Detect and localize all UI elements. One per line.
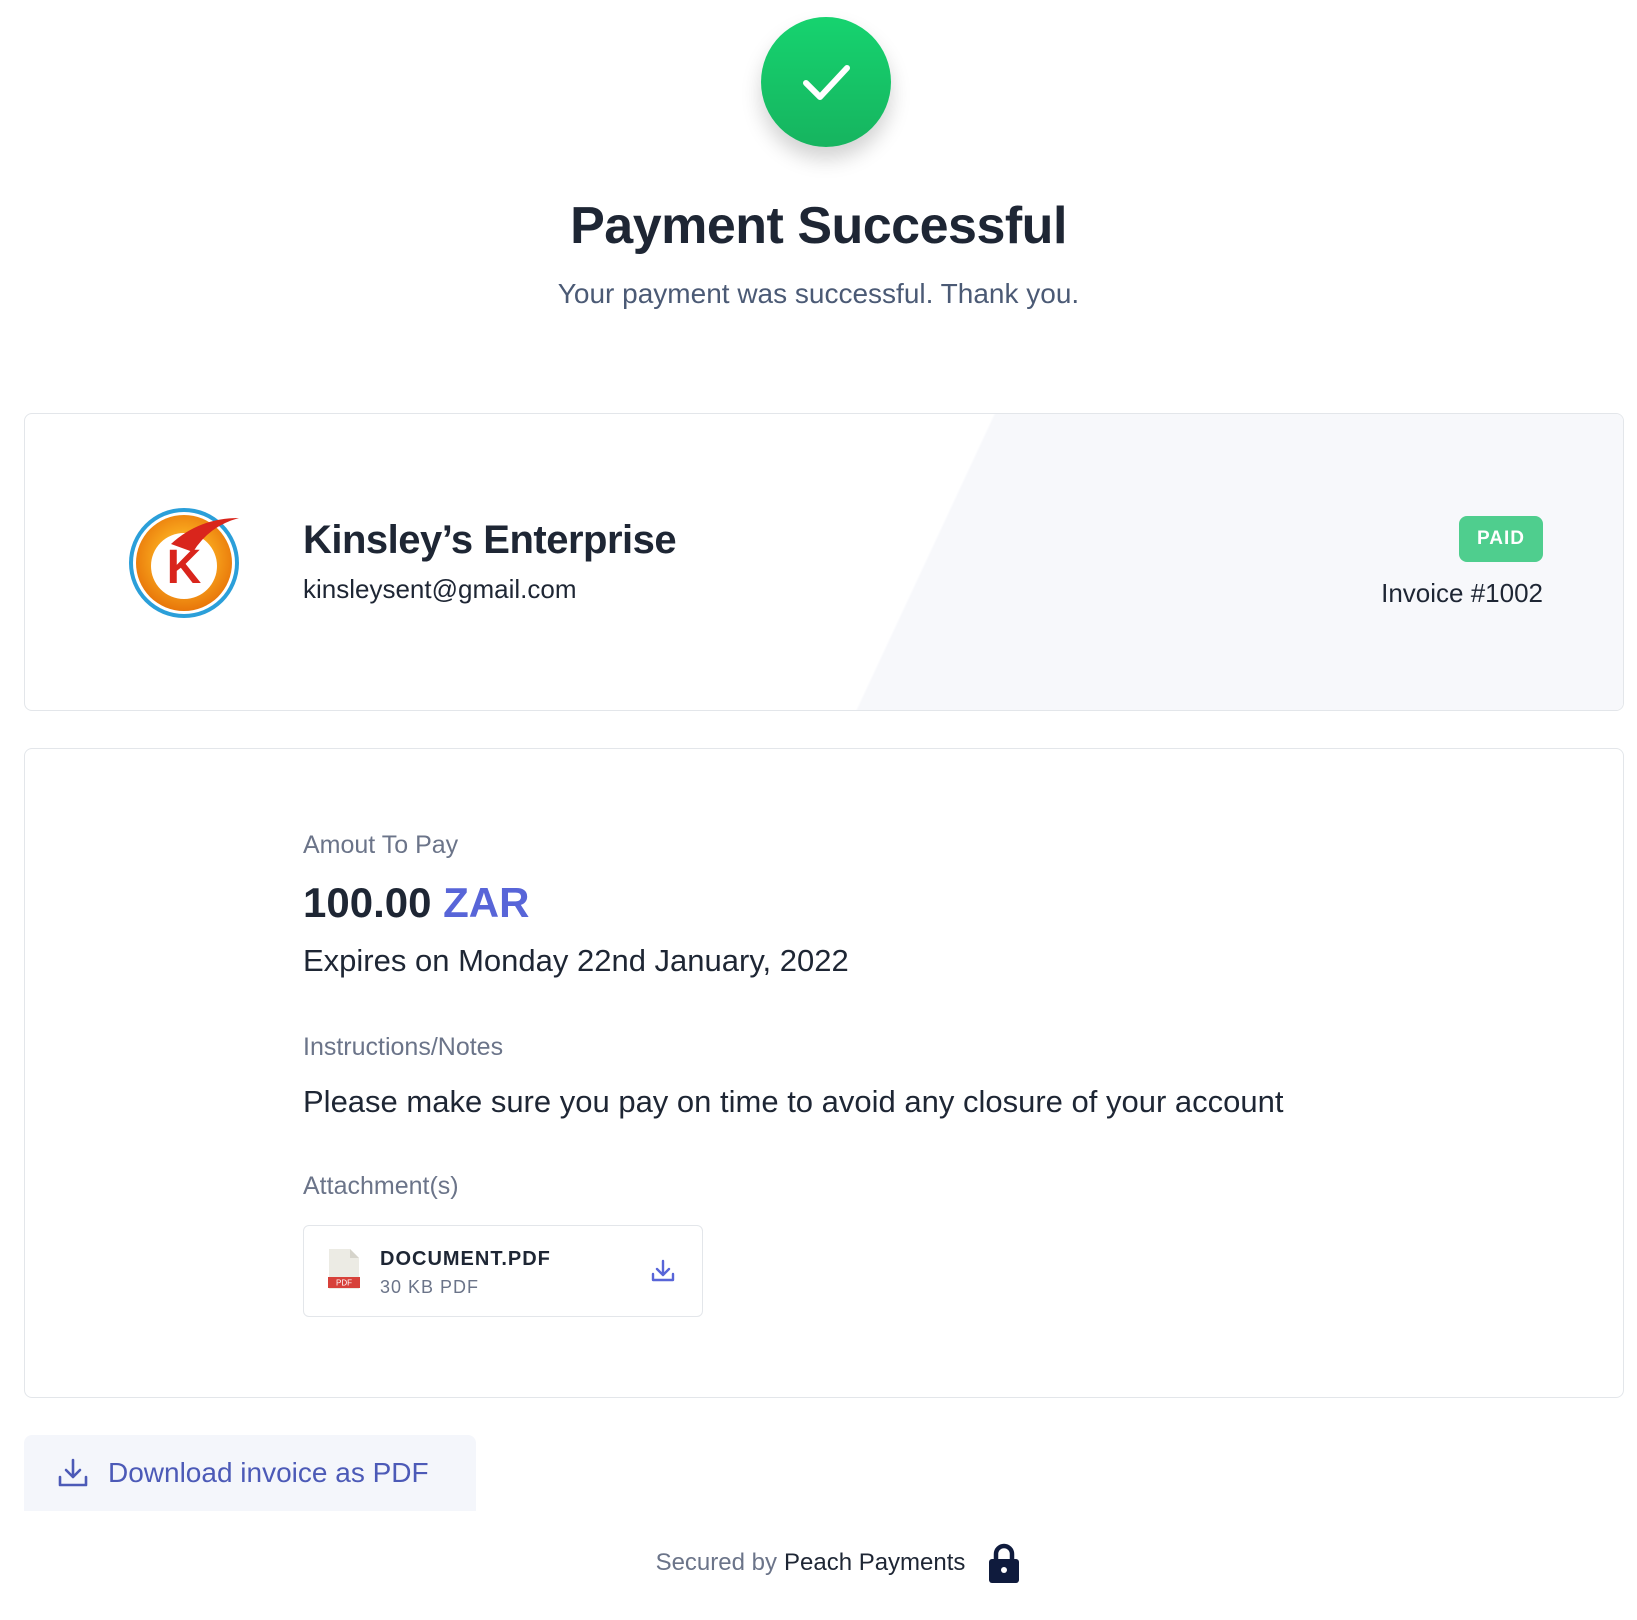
logo-letter: K bbox=[167, 541, 202, 594]
merchant-logo: K bbox=[129, 508, 239, 618]
amount-label: Amout To Pay bbox=[303, 831, 459, 859]
invoice-number: Invoice #1002 bbox=[1381, 578, 1543, 608]
attachment-meta: 30 KB PDF bbox=[380, 1277, 480, 1297]
notes-text: Please make sure you pay on time to avoi… bbox=[303, 1084, 1284, 1119]
download-invoice-button[interactable]: Download invoice as PDF bbox=[24, 1435, 476, 1511]
invoice-details-card: Amout To Pay 100.00 ZAR Expires on Monda… bbox=[24, 748, 1624, 1398]
notes-label: Instructions/Notes bbox=[303, 1033, 504, 1061]
amount-currency: ZAR bbox=[443, 879, 530, 926]
secured-by-text: Secured by bbox=[655, 1549, 777, 1576]
expiry-date: Expires on Monday 22nd January, 2022 bbox=[303, 943, 849, 978]
merchant-card: K Kinsley’s Enterprise kinsleysent@gmail… bbox=[24, 413, 1624, 711]
pdf-file-icon: PDF bbox=[328, 1249, 360, 1289]
card-background-shade bbox=[523, 414, 1623, 710]
attachment-download-icon[interactable] bbox=[650, 1258, 676, 1284]
amount-value: 100.00 bbox=[303, 879, 432, 926]
download-invoice-label: Download invoice as PDF bbox=[108, 1457, 429, 1488]
status-badge: PAID bbox=[1459, 516, 1543, 562]
merchant-email: kinsleysent@gmail.com bbox=[303, 574, 577, 604]
secured-footer: Secured by Peach Payments bbox=[0, 1542, 1637, 1584]
svg-text:PDF: PDF bbox=[336, 1279, 352, 1288]
download-icon bbox=[58, 1458, 88, 1487]
payment-success-page: Payment Successful Your payment was succ… bbox=[0, 0, 1637, 1620]
payment-brand: Peach Payments bbox=[783, 1549, 966, 1576]
merchant-name: Kinsley’s Enterprise bbox=[303, 518, 677, 562]
success-check-badge bbox=[761, 17, 891, 147]
page-title: Payment Successful bbox=[570, 197, 1067, 255]
lock-icon bbox=[989, 1543, 1020, 1583]
amount-to-pay: 100.00 ZAR bbox=[303, 879, 529, 927]
attachment-item[interactable]: PDF DOCUMENT.PDF 30 KB PDF bbox=[303, 1225, 703, 1317]
attachments-label: Attachment(s) bbox=[303, 1172, 459, 1200]
page-subtitle: Your payment was successful. Thank you. bbox=[557, 278, 1080, 309]
attachment-name: DOCUMENT.PDF bbox=[380, 1248, 551, 1270]
check-icon bbox=[803, 65, 850, 100]
